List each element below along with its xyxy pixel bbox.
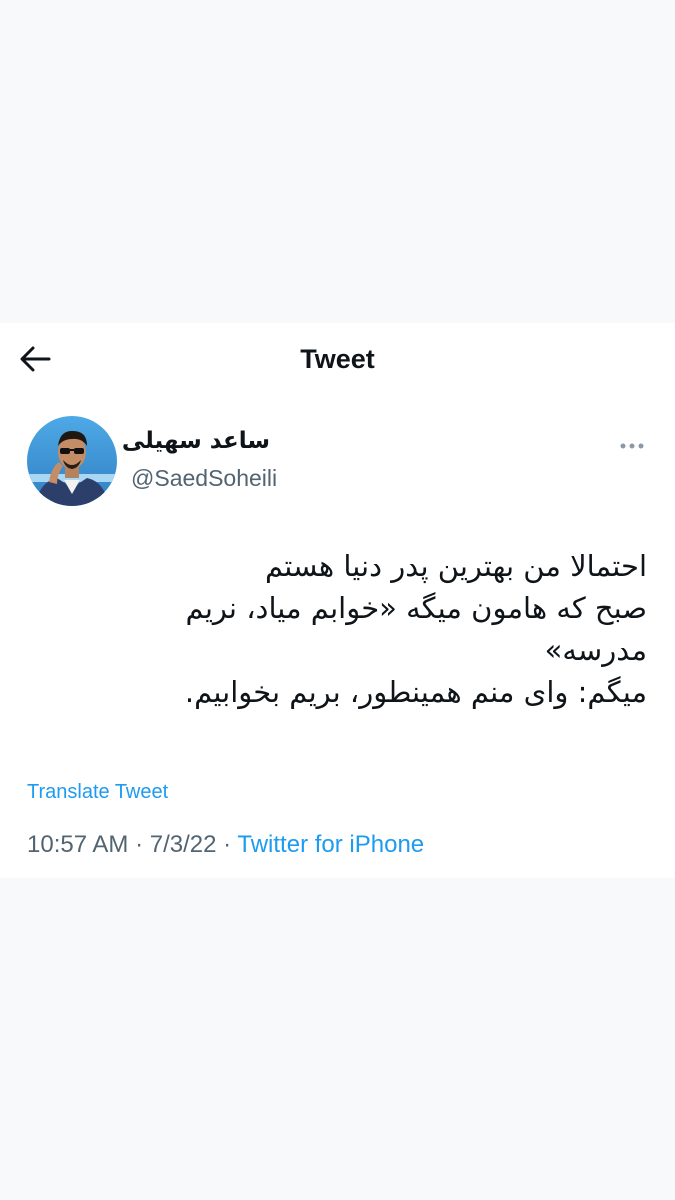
tweet-line: مدرسه» <box>544 633 647 667</box>
display-name[interactable]: ساعد سهیلی <box>122 428 270 454</box>
tweet-text: احتمالا من بهترین پدر دنیا هستم صبح که ه… <box>27 545 647 713</box>
header-bar: Tweet <box>0 323 675 393</box>
tweet-meta: 10:57 AM · 7/3/22 · Twitter for iPhone <box>27 831 424 859</box>
tweet-line: احتمالا من بهترین پدر دنیا هستم <box>265 549 647 583</box>
tweet-date: 7/3/22 <box>149 831 217 858</box>
tweet-line: میگم: وای منم همینطور، بریم بخوابیم. <box>184 675 647 709</box>
tweet-card: Tweet ساعد سهیلی @SaedSoheili احتمالا من… <box>0 323 675 878</box>
bottom-background <box>0 878 675 1200</box>
avatar[interactable] <box>27 416 117 506</box>
tweet-time: 10:57 AM <box>27 831 129 858</box>
more-horizontal-icon <box>620 443 644 449</box>
avatar-photo <box>27 416 117 506</box>
user-handle[interactable]: @SaedSoheili <box>131 465 277 492</box>
more-button[interactable] <box>614 435 650 457</box>
meta-separator: · <box>135 831 144 858</box>
page-title: Tweet <box>300 344 375 374</box>
meta-separator: · <box>223 831 232 858</box>
translate-tweet-link[interactable]: Translate Tweet <box>27 781 168 804</box>
tweet-line: صبح که هامون میگه «خوابم میاد، نریم <box>185 591 647 625</box>
tweet-source-link[interactable]: Twitter for iPhone <box>237 831 424 858</box>
top-background <box>0 0 675 323</box>
